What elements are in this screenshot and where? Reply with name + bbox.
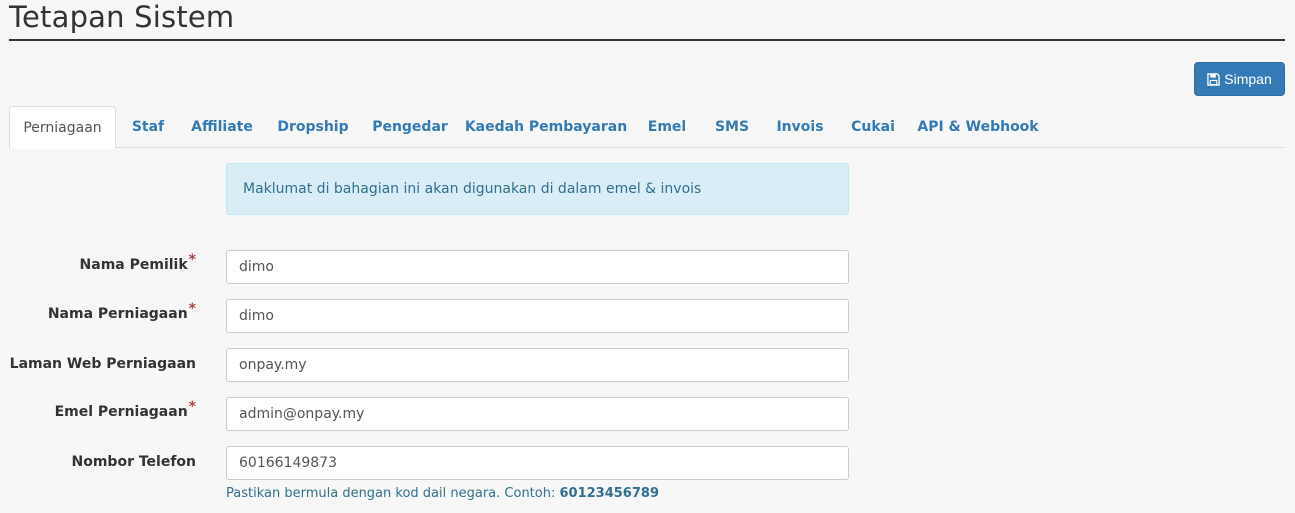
tab-label: Invois bbox=[776, 119, 824, 135]
business-website-label: Laman Web Perniagaan bbox=[0, 356, 196, 372]
tab-label: Cukai bbox=[851, 119, 895, 135]
business-name-label-text: Nama Perniagaan bbox=[47, 306, 188, 322]
tab-label: SMS bbox=[714, 119, 750, 135]
phone-help-text: Pastikan bermula dengan kod dail negara.… bbox=[226, 486, 659, 501]
tab-label: Perniagaan bbox=[23, 119, 102, 136]
tab-label: Affiliate bbox=[191, 119, 253, 135]
tab-label: Pengedar bbox=[372, 119, 448, 135]
tab-cukai[interactable]: Cukai bbox=[839, 106, 907, 148]
tab-label: Dropship bbox=[277, 119, 349, 135]
tab-sms[interactable]: SMS bbox=[703, 106, 761, 148]
owner-name-label: Nama Pemilik* bbox=[0, 252, 196, 273]
required-mark: * bbox=[188, 301, 196, 317]
phone-help-example: 60123456789 bbox=[559, 486, 659, 501]
tab-kaedah-pembayaran[interactable]: Kaedah Pembayaran bbox=[461, 106, 631, 148]
settings-page: Tetapan Sistem Simpan Perniagaan Staf Af… bbox=[0, 0, 1295, 513]
tab-invois[interactable]: Invois bbox=[765, 106, 835, 148]
tab-dropship[interactable]: Dropship bbox=[267, 106, 359, 148]
required-mark: * bbox=[188, 399, 196, 415]
tab-pengedar[interactable]: Pengedar bbox=[363, 106, 457, 148]
business-website-label-text: Laman Web Perniagaan bbox=[9, 356, 196, 372]
owner-name-label-text: Nama Pemilik bbox=[79, 257, 188, 273]
tab-affiliate[interactable]: Affiliate bbox=[181, 106, 263, 148]
save-button-label: Simpan bbox=[1224, 71, 1272, 87]
info-alert: Maklumat di bahagian ini akan digunakan … bbox=[226, 163, 849, 215]
settings-tabs: Perniagaan Staf Affiliate Dropship Penge… bbox=[9, 106, 1285, 149]
tab-label: Staf bbox=[131, 119, 165, 135]
business-email-label-text: Emel Perniagaan bbox=[54, 404, 188, 420]
owner-name-input[interactable] bbox=[226, 250, 849, 284]
tab-emel[interactable]: Emel bbox=[635, 106, 699, 148]
business-email-input[interactable] bbox=[226, 397, 849, 431]
title-divider bbox=[9, 39, 1285, 41]
phone-number-input[interactable] bbox=[226, 446, 849, 480]
page-title: Tetapan Sistem bbox=[9, 0, 235, 34]
tab-label: API & Webhook bbox=[917, 119, 1039, 135]
tab-staf[interactable]: Staf bbox=[119, 106, 177, 148]
phone-number-label-text: Nombor Telefon bbox=[71, 454, 197, 470]
phone-number-label: Nombor Telefon bbox=[0, 454, 197, 470]
phone-help-message: Pastikan bermula dengan kod dail negara.… bbox=[226, 486, 560, 501]
business-website-input[interactable] bbox=[226, 348, 849, 382]
business-email-label: Emel Perniagaan* bbox=[0, 399, 196, 420]
business-name-input[interactable] bbox=[226, 299, 849, 333]
tab-label: Kaedah Pembayaran bbox=[464, 119, 628, 135]
business-name-label: Nama Perniagaan* bbox=[0, 301, 196, 322]
tab-api-webhook[interactable]: API & Webhook bbox=[911, 106, 1045, 148]
required-mark: * bbox=[188, 252, 196, 268]
tab-perniagaan[interactable]: Perniagaan bbox=[9, 106, 116, 149]
floppy-disk-icon bbox=[1207, 72, 1220, 86]
tab-label: Emel bbox=[647, 119, 687, 135]
save-button[interactable]: Simpan bbox=[1194, 62, 1285, 96]
